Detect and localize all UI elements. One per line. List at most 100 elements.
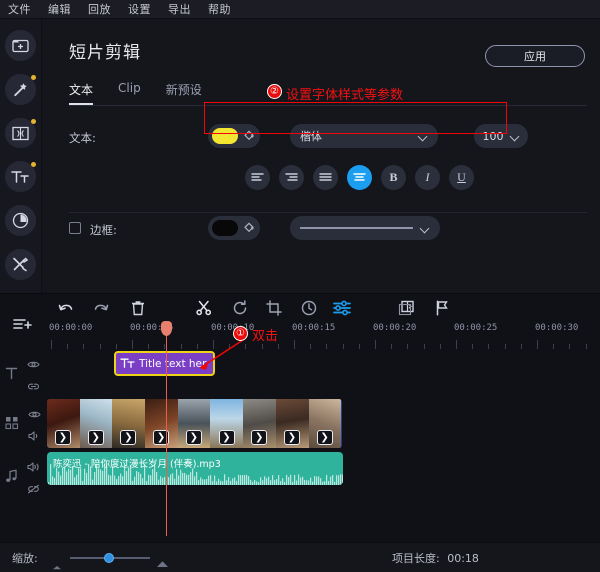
tools-button[interactable] (5, 249, 36, 280)
title-track-header[interactable] (0, 356, 45, 392)
ruler-tick (196, 344, 198, 349)
transition-marker[interactable]: ❯ (55, 430, 71, 445)
playhead-handle[interactable] (161, 321, 172, 336)
ruler-tick (67, 344, 69, 349)
timeline-ruler[interactable]: 00:00:00 00:00:05 00:00:10 00:00:15 00:0… (45, 323, 600, 349)
zoom-slider-handle[interactable] (104, 553, 114, 563)
transition-marker[interactable]: ❯ (87, 430, 104, 445)
cut-scissors-icon[interactable] (196, 300, 212, 320)
border-color-button[interactable] (208, 216, 260, 240)
eye-icon[interactable] (27, 404, 41, 423)
crop-icon[interactable] (266, 300, 282, 320)
playhead[interactable] (161, 321, 172, 536)
apply-button[interactable]: 应用 (485, 45, 585, 67)
ruler-tick (326, 344, 328, 349)
menu-settings[interactable]: 设置 (128, 1, 151, 17)
video-editor-window: 文件 编辑 回放 设置 导出 帮助 短片剪辑 应用 文本 Clip 新预设 文本… (0, 0, 600, 572)
ruler-tick (115, 344, 117, 349)
menu-file[interactable]: 文件 (8, 1, 31, 17)
marker-flag-icon[interactable] (435, 300, 449, 320)
menu-playback[interactable]: 回放 (88, 1, 111, 17)
transition-marker[interactable]: ❯ (316, 430, 333, 445)
ruler-tick (407, 344, 409, 349)
zoom-label: 缩放: (12, 551, 38, 565)
underline-button[interactable]: U (449, 165, 474, 190)
zoom-in-icon[interactable] (156, 553, 169, 572)
unlink-icon[interactable] (27, 479, 40, 498)
tab-clip[interactable]: Clip (118, 81, 141, 105)
audio-clip[interactable]: 陈奕迅 - 陪你度过漫长岁月 (伴奏).mp3 (47, 452, 343, 485)
page-title: 短片剪辑 (69, 43, 141, 63)
text-color-button[interactable] (208, 124, 260, 148)
title-clip-label: Title text her (139, 357, 207, 370)
transition-marker[interactable]: ❯ (251, 430, 268, 445)
annotation-marker-1: ① (233, 326, 248, 341)
video-clip-strip[interactable]: ❯ ❯ ❯ ❯ ❯ ❯ ❯ ❯ ❯ (47, 399, 342, 448)
status-bar: 缩放: 项目长度: 00:18 (0, 542, 600, 572)
ruler-tick (375, 340, 376, 349)
annotation-marker-2: ② (267, 84, 282, 99)
speed-clock-icon[interactable] (301, 300, 317, 320)
speaker-icon[interactable] (27, 426, 41, 445)
notification-dot (31, 74, 36, 80)
transition-marker[interactable]: ❯ (218, 430, 235, 445)
title-text-button[interactable] (5, 161, 36, 193)
color-filter-button[interactable] (5, 205, 36, 237)
duplicate-icon[interactable] (398, 300, 415, 320)
delete-icon[interactable] (131, 300, 145, 320)
paint-bucket-icon (242, 219, 256, 238)
line-width-preview (300, 227, 413, 229)
panel-tabs: 文本 Clip 新预设 (69, 81, 202, 105)
font-family-select[interactable]: 楷体 (290, 124, 438, 148)
transition-glyph: ❯ (320, 431, 329, 443)
font-size-select[interactable]: 100 (474, 124, 528, 148)
ruler-tick (51, 340, 52, 349)
annotation-text-2: 设置字体样式等参数 (286, 88, 404, 103)
undo-icon[interactable] (57, 300, 74, 320)
transition-glyph: ❯ (91, 431, 100, 443)
transition-button[interactable] (5, 117, 36, 149)
align-right-button[interactable] (279, 165, 304, 190)
color-filter-icon (12, 212, 29, 229)
menu-help[interactable]: 帮助 (208, 1, 231, 17)
tab-new-preset[interactable]: 新预设 (166, 81, 202, 105)
add-track-icon (13, 316, 33, 335)
chevron-down-icon (511, 132, 520, 141)
font-family-value: 楷体 (300, 130, 322, 143)
menu-bar: 文件 编辑 回放 设置 导出 帮助 (0, 0, 600, 19)
italic-button[interactable]: I (415, 165, 440, 190)
redo-icon[interactable] (93, 300, 110, 320)
ruler-tick (456, 340, 457, 349)
format-button-row: B I U (245, 165, 474, 190)
transition-marker[interactable]: ❯ (283, 430, 300, 445)
magic-wand-button[interactable] (5, 73, 36, 105)
ruler-tick (439, 344, 441, 349)
eye-icon[interactable] (27, 354, 40, 373)
border-checkbox[interactable] (69, 222, 81, 234)
bold-button[interactable]: B (381, 165, 406, 190)
speaker-icon[interactable] (27, 457, 40, 476)
rotate-icon[interactable] (232, 300, 248, 320)
zoom-out-icon[interactable] (52, 555, 62, 572)
add-folder-button[interactable] (5, 30, 36, 61)
audio-track-header[interactable] (0, 457, 45, 497)
title-clip[interactable]: Title text her (114, 351, 215, 376)
ruler-tick (488, 344, 490, 349)
align-left-button[interactable] (245, 165, 270, 190)
transition-marker[interactable]: ❯ (185, 430, 202, 445)
video-track-header[interactable] (0, 404, 45, 444)
align-center-button[interactable] (347, 165, 372, 190)
ruler-tick (83, 344, 85, 349)
magic-wand-icon (12, 81, 29, 98)
transition-marker[interactable]: ❯ (120, 430, 137, 445)
chevron-down-icon (419, 132, 428, 141)
align-justify-button[interactable] (313, 165, 338, 190)
border-width-select[interactable] (290, 216, 440, 240)
link-icon[interactable] (27, 376, 40, 395)
ruler-label: 00:00:30 (535, 323, 579, 333)
chevron-down-icon (421, 224, 430, 233)
color-adjust-icon[interactable] (333, 300, 351, 320)
menu-export[interactable]: 导出 (168, 1, 191, 17)
tab-text[interactable]: 文本 (69, 81, 94, 105)
menu-edit[interactable]: 编辑 (48, 1, 71, 17)
